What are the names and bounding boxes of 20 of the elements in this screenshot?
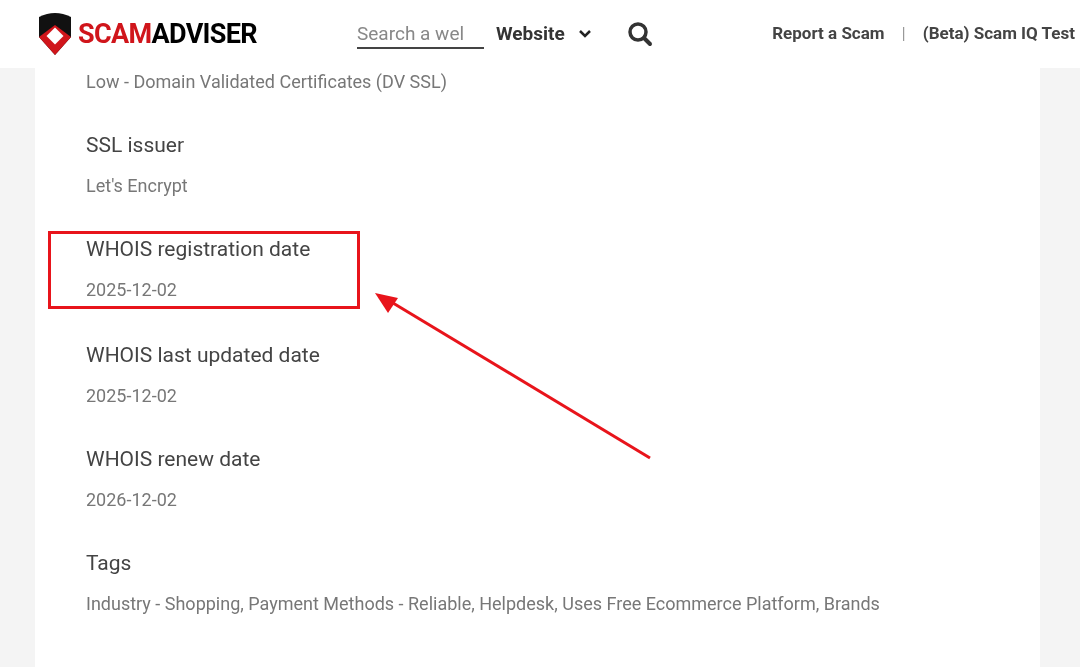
shield-logo-icon — [37, 11, 73, 57]
detail-value: Let's Encrypt — [86, 174, 189, 198]
detail-label: WHOIS renew date — [86, 446, 262, 473]
search-icon[interactable] — [626, 21, 653, 47]
detail-value: 2025-12-02 — [86, 384, 178, 408]
search-field[interactable]: Search a wel — [357, 19, 484, 49]
nav-link[interactable]: Report a Scam — [772, 21, 885, 47]
nav-link[interactable]: (Beta) Scam IQ Test — [922, 21, 1075, 47]
detail-label: WHOIS registration date — [86, 236, 312, 263]
logo-text[interactable]: SCAMADVISER — [78, 13, 257, 55]
detail-value: 2026-12-02 — [86, 488, 178, 512]
detail-value: 2025-12-02 — [86, 278, 178, 302]
nav-separator: | — [901, 22, 906, 46]
detail-label: Tags — [86, 550, 133, 577]
detail-value: Industry - Shopping, Payment Methods - Reliable, Helpdesk, Uses Free Ecommerce Platform, Brands — [86, 592, 881, 616]
chevron-down-icon — [578, 30, 591, 38]
detail-label: WHOIS last updated date — [86, 342, 321, 369]
detail-label: SSL issuer — [86, 132, 186, 159]
detail-value: Low - Domain Validated Certificates (DV SSL) — [86, 70, 448, 94]
search-type-dropdown[interactable]: Website — [496, 19, 591, 49]
